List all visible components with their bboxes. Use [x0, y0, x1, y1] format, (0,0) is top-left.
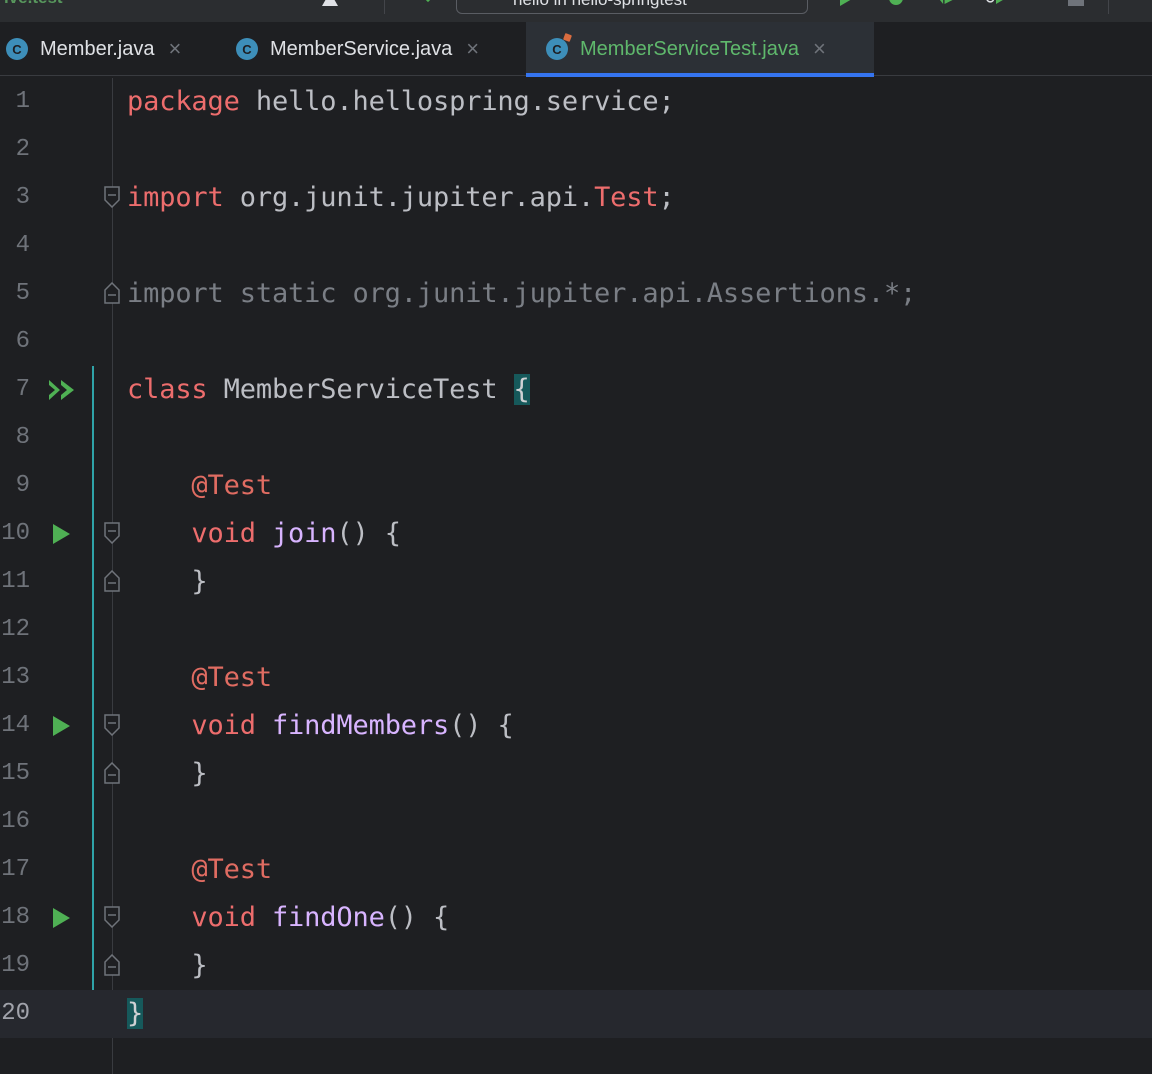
code-line: 18 void findOne() {: [0, 894, 1152, 942]
fold-end-icon[interactable]: [103, 570, 121, 592]
code-line: 10 void join() {: [0, 510, 1152, 558]
fold-collapse-icon[interactable]: [103, 906, 121, 928]
code-text[interactable]: void findMembers() {: [127, 702, 513, 750]
project-name[interactable]: ive.test: [4, 0, 63, 8]
line-number[interactable]: 6: [0, 318, 30, 366]
fold-collapse-icon[interactable]: [103, 186, 121, 208]
run-configuration-label: hello in hello-springtest: [513, 0, 687, 9]
line-number[interactable]: 16: [0, 798, 30, 846]
tab-memberservicetest-java[interactable]: C MemberServiceTest.java ×: [526, 22, 874, 77]
fold-collapse-icon[interactable]: [103, 522, 121, 544]
class-icon: C: [236, 38, 258, 60]
toolbar: ive.test hello in hello-springtest: [0, 0, 1152, 22]
line-number[interactable]: 11: [0, 558, 30, 606]
tab-label: MemberService.java: [270, 37, 453, 60]
line-number[interactable]: 3: [0, 174, 30, 222]
line-number[interactable]: 5: [0, 270, 30, 318]
run-test-icon[interactable]: [48, 906, 76, 930]
code-line: 9 @Test: [0, 462, 1152, 510]
run-configuration-selector[interactable]: hello in hello-springtest: [456, 0, 808, 14]
line-number[interactable]: 9: [0, 462, 30, 510]
toolbar-separator: [1108, 0, 1109, 14]
code-line: 11 }: [0, 558, 1152, 606]
code-text[interactable]: void findOne() {: [127, 894, 449, 942]
code-text[interactable]: class MemberServiceTest {: [127, 366, 530, 414]
run-test-icon[interactable]: [48, 714, 76, 738]
code-line: 14 void findMembers() {: [0, 702, 1152, 750]
user-icon[interactable]: [320, 0, 340, 6]
close-icon[interactable]: ×: [169, 36, 182, 62]
code-line: 8: [0, 414, 1152, 462]
line-number[interactable]: 7: [0, 366, 30, 414]
line-number[interactable]: 4: [0, 222, 30, 270]
line-number[interactable]: 10: [0, 510, 30, 558]
code-text[interactable]: @Test: [127, 462, 272, 510]
run-test-icon[interactable]: [48, 522, 76, 546]
tab-memberservice-java[interactable]: C MemberService.java ×: [236, 22, 479, 76]
tab-label: Member.java: [40, 37, 155, 60]
profile-icon[interactable]: [986, 0, 1006, 6]
fold-collapse-icon[interactable]: [103, 714, 121, 736]
build-hammer-icon[interactable]: [416, 0, 436, 6]
coverage-icon[interactable]: [936, 0, 956, 6]
close-icon[interactable]: ×: [466, 36, 479, 62]
matching-brace: {: [513, 374, 530, 405]
code-line: 15 }: [0, 750, 1152, 798]
line-number[interactable]: 8: [0, 414, 30, 462]
line-number[interactable]: 20: [0, 990, 30, 1038]
line-number[interactable]: 17: [0, 846, 30, 894]
toolbar-separator: [384, 0, 385, 14]
code-text[interactable]: @Test: [127, 654, 272, 702]
matching-brace: }: [127, 998, 144, 1029]
fold-end-icon[interactable]: [103, 762, 121, 784]
line-number[interactable]: 18: [0, 894, 30, 942]
code-text[interactable]: @Test: [127, 846, 272, 894]
code-line: 6: [0, 318, 1152, 366]
tab-member-java[interactable]: C Member.java ×: [6, 22, 181, 76]
code-editor[interactable]: 1 package hello.hellospring.service; 2 3…: [0, 78, 1152, 1074]
code-line: 19 }: [0, 942, 1152, 990]
code-line: 2: [0, 126, 1152, 174]
line-number[interactable]: 12: [0, 606, 30, 654]
code-text[interactable]: }: [127, 942, 207, 990]
line-number[interactable]: 1: [0, 78, 30, 126]
code-line: 4: [0, 222, 1152, 270]
code-line: 7 class MemberServiceTest {: [0, 366, 1152, 414]
debug-icon[interactable]: [886, 0, 906, 6]
code-text[interactable]: }: [127, 750, 207, 798]
code-text[interactable]: package hello.hellospring.service;: [127, 78, 675, 126]
line-number[interactable]: 2: [0, 126, 30, 174]
code-line: 3 import org.junit.jupiter.api.Test;: [0, 174, 1152, 222]
line-number[interactable]: 15: [0, 750, 30, 798]
run-all-tests-icon[interactable]: [48, 378, 76, 402]
code-line: 17 @Test: [0, 846, 1152, 894]
run-icon[interactable]: [836, 0, 856, 6]
line-number[interactable]: 14: [0, 702, 30, 750]
code-line: 1 package hello.hellospring.service;: [0, 78, 1152, 126]
line-number[interactable]: 13: [0, 654, 30, 702]
close-icon[interactable]: ×: [813, 36, 826, 62]
code-line: 12: [0, 606, 1152, 654]
line-number[interactable]: 19: [0, 942, 30, 990]
fold-end-icon[interactable]: [103, 954, 121, 976]
code-text[interactable]: }: [127, 558, 207, 606]
stop-icon[interactable]: [1066, 0, 1086, 6]
code-line: 13 @Test: [0, 654, 1152, 702]
code-text[interactable]: }: [127, 990, 143, 1038]
test-class-icon: C: [546, 33, 572, 60]
code-line: 16: [0, 798, 1152, 846]
tab-label: MemberServiceTest.java: [580, 37, 799, 60]
code-text[interactable]: void join() {: [127, 510, 401, 558]
code-line-current: 20 }: [0, 990, 1152, 1038]
code-text[interactable]: import org.junit.jupiter.api.Test;: [127, 174, 675, 222]
fold-end-icon[interactable]: [103, 282, 121, 304]
class-icon: C: [6, 38, 28, 60]
code-text[interactable]: import static org.junit.jupiter.api.Asse…: [127, 270, 916, 318]
code-line: 5 import static org.junit.jupiter.api.As…: [0, 270, 1152, 318]
editor-tab-bar: C Member.java × C MemberService.java × C…: [0, 22, 1152, 77]
